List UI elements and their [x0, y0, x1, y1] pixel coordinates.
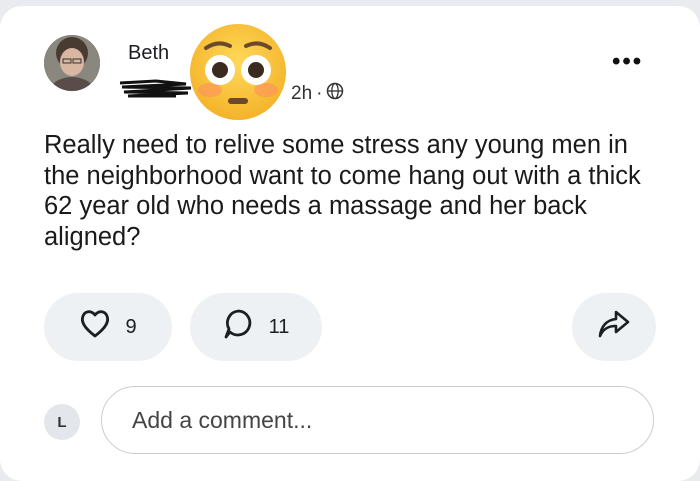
post-body: Really need to relive some stress any yo…: [44, 131, 641, 251]
comment-button[interactable]: 11: [190, 293, 322, 361]
comment-bubble-icon: [223, 308, 255, 346]
current-user-avatar: L: [44, 404, 80, 440]
author-name[interactable]: Beth: [128, 42, 169, 65]
author-avatar[interactable]: [44, 35, 100, 91]
post-card: Beth 2h · ••• Really need to relive some…: [0, 6, 700, 481]
comment-input[interactable]: Add a comment...: [101, 386, 654, 454]
flushed-face-emoji: [190, 24, 286, 120]
meta-separator: ·: [316, 83, 323, 104]
post-meta: 2h ·: [291, 82, 344, 106]
like-count: 9: [125, 315, 137, 338]
share-arrow-icon: [598, 309, 630, 345]
globe-icon: [326, 82, 344, 106]
share-button[interactable]: [572, 293, 656, 361]
comment-placeholder: Add a comment...: [132, 406, 313, 433]
post-time[interactable]: 2h: [291, 83, 312, 105]
comment-count: 11: [268, 315, 290, 338]
heart-icon: [79, 309, 111, 345]
more-options-icon[interactable]: •••: [612, 48, 643, 76]
like-button[interactable]: 9: [44, 293, 172, 361]
